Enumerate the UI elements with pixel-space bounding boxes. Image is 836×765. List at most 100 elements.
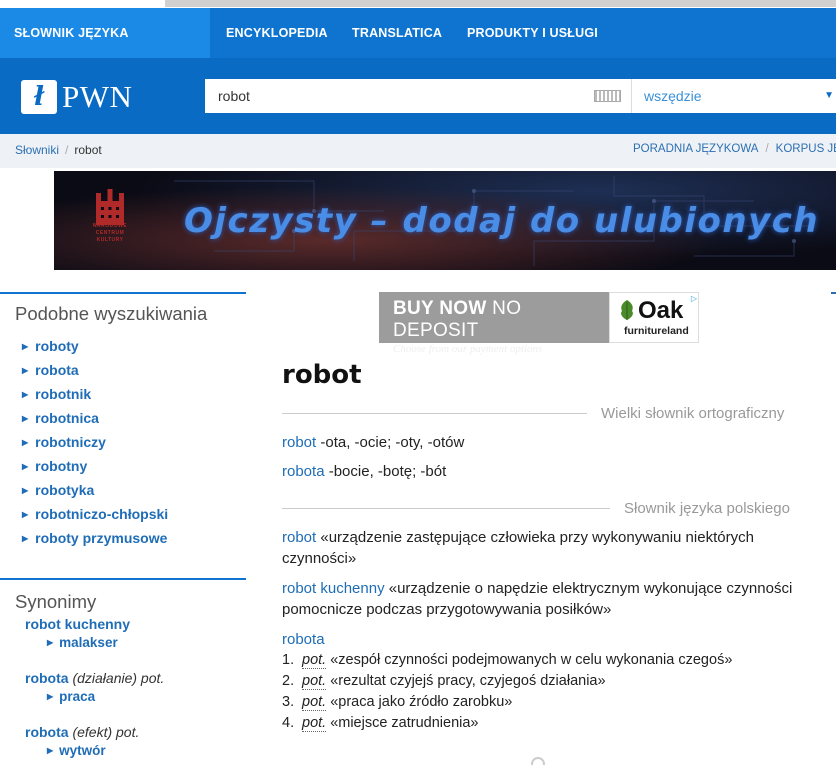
section-title-wso: Wielki słownik ortograficzny: [601, 405, 785, 422]
entry-headword[interactable]: robota: [282, 631, 325, 648]
nav-encyklopedia[interactable]: ENCYKLOPEDIA: [226, 8, 328, 58]
breadcrumb: Słowniki / robot: [15, 143, 102, 157]
synonym-label: praca: [59, 689, 96, 704]
sense-item: 3. pot. «praca jako źródło zarobku»: [282, 692, 732, 713]
similar-search-item[interactable]: ▶ robotniczo-chłopski: [22, 503, 168, 527]
ad-headline-bold: BUY NOW: [393, 298, 487, 319]
synonym-note: (działanie) pot.: [68, 670, 165, 686]
nav-slownik-jezyka-polskiego[interactable]: SŁOWNIK JĘZYKA POLSKIEGO: [0, 8, 210, 90]
synonym-note: (efekt) pot.: [68, 724, 140, 740]
sense-item: 1. pot. «zespół czynności podejmowanych w …: [282, 650, 732, 671]
breadcrumb-separator: /: [65, 143, 69, 157]
synonym-item[interactable]: ▶ malakser: [47, 635, 130, 650]
keyboard-icon[interactable]: [594, 90, 621, 102]
top-strip: [0, 0, 836, 8]
breadcrumb-current: robot: [74, 143, 102, 157]
synonym-headword[interactable]: robota: [25, 670, 69, 686]
similar-search-label: roboty: [35, 338, 79, 354]
ad-tagline: Choose from our payment options: [393, 343, 543, 355]
entry-headword[interactable]: robota: [282, 463, 325, 480]
sidebar-divider: [0, 578, 246, 580]
similar-search-label: robota: [35, 362, 79, 378]
sense-number: 1.: [282, 652, 295, 668]
sense-qualifier[interactable]: pot.: [302, 694, 327, 711]
pwn-logo-icon: ł: [21, 80, 57, 114]
ad-text-panel: BUY NOW NO DEPOSIT Choose from our payme…: [379, 292, 609, 355]
triangle-right-icon: ▶: [47, 692, 54, 701]
similar-search-label: robotniczy: [35, 434, 106, 450]
similar-search-label: robotyka: [35, 482, 95, 498]
ad-brand: Oak: [638, 297, 684, 324]
synonym-item[interactable]: ▶ wytwór: [47, 743, 139, 758]
similar-search-item[interactable]: ▶ roboty: [22, 335, 168, 359]
similar-search-item[interactable]: ▶ robotyka: [22, 479, 168, 503]
similar-search-item[interactable]: ▶ roboty przymusowe: [22, 527, 168, 551]
sense-qualifier[interactable]: pot.: [302, 673, 327, 690]
sjp-entry: robota: [282, 629, 802, 650]
scroll-top-icon[interactable]: [531, 757, 545, 765]
search-scope-select[interactable]: wszędzie ▼: [631, 79, 836, 113]
synonyms-heading: Synonimy: [15, 591, 97, 612]
triangle-right-icon: ▶: [22, 390, 29, 399]
similar-searches-list: ▶ roboty ▶ robota ▶ robotnik ▶ robotnica ▶ ro…: [22, 335, 168, 551]
triangle-right-icon: ▶: [22, 486, 29, 495]
adchoices-icon[interactable]: ▷: [691, 294, 697, 303]
oak-furnitureland-ad[interactable]: BUY NOW NO DEPOSIT Choose from our payme…: [379, 292, 699, 355]
link-separator: /: [765, 143, 769, 155]
synonym-item[interactable]: ▶ praca: [47, 689, 164, 704]
similar-search-label: robotny: [35, 458, 88, 474]
similar-search-item[interactable]: ▶ robota: [22, 359, 168, 383]
entry-headword[interactable]: robot: [282, 529, 316, 546]
synonym-headword[interactable]: robot kuchenny: [25, 616, 130, 632]
synonym-headword[interactable]: robota: [25, 724, 69, 740]
entry-headword[interactable]: robot kuchenny: [282, 580, 385, 597]
breadcrumb-bar: Słowniki / robot PORADNIA JĘZYKOWA / KORPUS …: [0, 134, 836, 168]
nck-caption: NARODOWE CENTRUM KULTURY: [92, 223, 128, 243]
ortho-entry: robota -bocie, -botę; -bót: [282, 461, 802, 482]
link-korpus-jezyka[interactable]: KORPUS JĘZYK: [776, 143, 836, 155]
triangle-right-icon: ▶: [22, 534, 29, 543]
sense-number: 2.: [282, 673, 295, 689]
similar-search-item[interactable]: ▶ robotnica: [22, 407, 168, 431]
similar-search-item[interactable]: ▶ robotnik: [22, 383, 168, 407]
oak-leaf-icon: [621, 300, 633, 320]
triangle-right-icon: ▶: [22, 510, 29, 519]
similar-search-label: robotnik: [35, 386, 92, 402]
triangle-right-icon: ▶: [22, 462, 29, 471]
banner-ad[interactable]: NARODOWE CENTRUM KULTURY Ojczysty – doda…: [54, 171, 836, 270]
triangle-right-icon: ▶: [22, 414, 29, 423]
similar-search-label: robotniczo-chłopski: [35, 506, 169, 522]
nav-produkty-i-uslugi[interactable]: PRODUKTY I USŁUGI: [467, 8, 598, 58]
link-poradnia-jezykowa[interactable]: PORADNIA JĘZYKOWA: [633, 143, 758, 155]
breadcrumb-slowniki[interactable]: Słowniki: [15, 143, 59, 157]
similar-search-label: roboty przymusowe: [35, 530, 168, 546]
search-scope-value: wszędzie: [644, 88, 702, 104]
pwn-logo[interactable]: ł PWN: [21, 79, 133, 114]
ad-brand-panel: Oak furnitureland ▷: [609, 292, 699, 343]
pwn-logo-text: PWN: [62, 79, 133, 114]
section-divider: [282, 508, 610, 509]
sense-qualifier[interactable]: pot.: [302, 715, 327, 732]
sense-definition: «miejsce zatrudnienia»: [330, 715, 479, 731]
sjp-entry: robot kuchenny «urządzenie o napędzie el…: [282, 578, 802, 620]
sidebar-divider: [0, 292, 246, 294]
sense-qualifier[interactable]: pot.: [302, 652, 327, 669]
sense-number: 4.: [282, 715, 295, 731]
sense-definition: «zespół czynności podejmowanych w celu w…: [330, 652, 733, 668]
sense-list: 1. pot. «zespół czynności podejmowanych w …: [282, 650, 732, 734]
search-input[interactable]: [205, 79, 631, 113]
sjp-entry: robot «urządzenie zastępujące człowieka …: [282, 527, 802, 569]
top-navigation: SŁOWNIK JĘZYKA POLSKIEGO ENCYKLOPEDIA TR…: [0, 8, 836, 90]
triangle-right-icon: ▶: [22, 438, 29, 447]
synonym-label: wytwór: [59, 743, 106, 758]
banner-title: Ojczysty – dodaj do ulubionych: [184, 201, 820, 241]
sense-item: 4. pot. «miejsce zatrudnienia»: [282, 713, 732, 734]
triangle-right-icon: ▶: [22, 342, 29, 351]
entry-forms: -bocie, -botę; -bót: [324, 463, 447, 480]
entry-headword[interactable]: robot: [282, 434, 316, 451]
top-right-links: PORADNIA JĘZYKOWA / KORPUS JĘZYK: [633, 143, 836, 155]
similar-search-item[interactable]: ▶ robotny: [22, 455, 168, 479]
similar-search-item[interactable]: ▶ robotniczy: [22, 431, 168, 455]
nav-translatica[interactable]: TRANSLATICA: [352, 8, 442, 58]
entry-title: robot: [282, 360, 362, 390]
